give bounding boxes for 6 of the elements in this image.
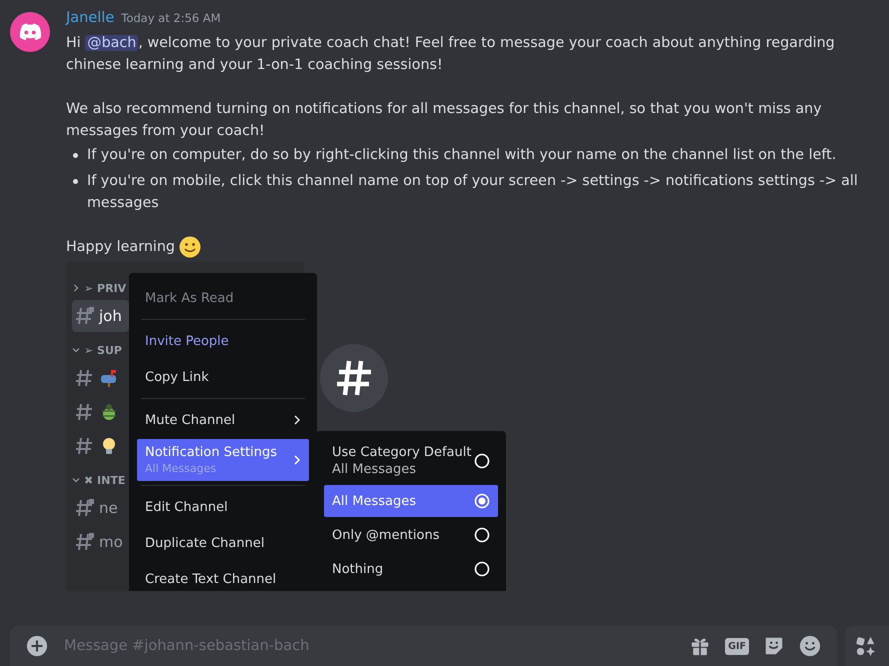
timestamp: Today at 2:56 AM xyxy=(121,11,221,25)
message-text: Happy learning xyxy=(66,238,175,257)
message-paragraph: Hi @bach, welcome to your private coach chat! Feel free to message your coach about anything regarding chinese learning and your 1-on-1 coaching sessions! xyxy=(66,34,836,75)
message-paragraph: We also recommend turning on notifications for all messages for this channel, so that you won't miss any messages from your coach! xyxy=(66,100,823,141)
bullet-text: If you're on mobile, click this channel name on top of your screen -> settings -> notifications settings -> all messages xyxy=(87,172,859,213)
bullet-text: If you're on computer, do so by right-clicking this channel with your name on the channel list on the left. xyxy=(87,146,836,165)
